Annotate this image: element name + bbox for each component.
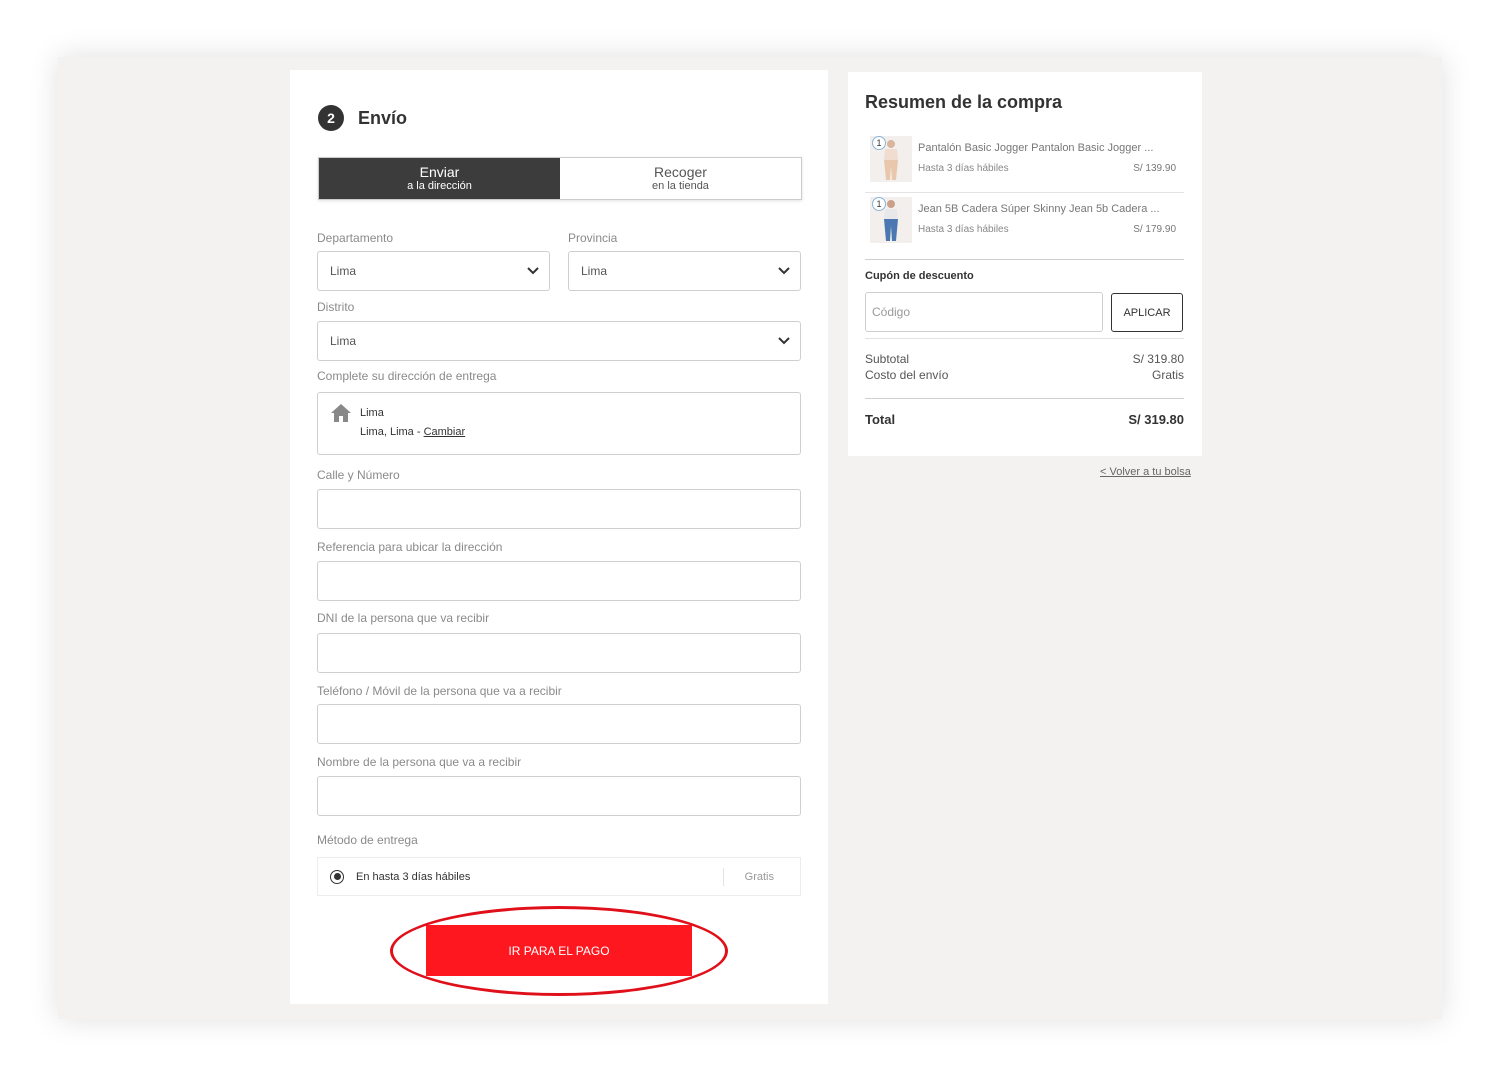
subtotal-value: S/ 319.80 xyxy=(1132,352,1184,366)
divider xyxy=(723,868,724,886)
subtotal-label: Subtotal xyxy=(865,352,910,366)
address-locality: Lima, Lima - xyxy=(360,426,424,438)
chevron-down-icon xyxy=(778,265,790,277)
quantity-badge: 1 xyxy=(872,197,886,211)
quantity-badge: 1 xyxy=(872,136,886,150)
divider xyxy=(865,338,1184,339)
total-label: Total xyxy=(865,412,896,427)
province-label: Provincia xyxy=(568,231,618,245)
coupon-input[interactable] xyxy=(865,292,1103,332)
address-line-2: Lima, Lima - Cambiar xyxy=(360,426,465,438)
department-label: Departamento xyxy=(317,231,394,245)
delivery-method-name: En hasta 3 días hábiles xyxy=(356,870,471,883)
product-name: Jean 5B Cadera Súper Skinny Jean 5b Cade… xyxy=(918,203,1160,215)
department-value: Lima xyxy=(330,264,357,278)
street-label: Calle y Número xyxy=(317,468,400,482)
product-delivery: Hasta 3 días hábiles xyxy=(918,224,1009,235)
address-label: Complete su dirección de entrega xyxy=(317,369,497,383)
list-item[interactable]: 1 Pantalón Basic Jogger Pantalon Basic J… xyxy=(870,136,1184,190)
list-item[interactable]: 1 Jean 5B Cadera Súper Skinny Jean 5b Ca… xyxy=(870,197,1184,251)
product-delivery: Hasta 3 días hábiles xyxy=(918,163,1009,174)
total-row: Total S/ 319.80 xyxy=(865,412,1184,427)
province-value: Lima xyxy=(581,264,608,278)
total-value: S/ 319.80 xyxy=(1128,412,1184,427)
coupon-label: Cupón de descuento xyxy=(865,270,974,282)
step-header: 2 Envío xyxy=(318,105,407,131)
divider xyxy=(865,259,1184,260)
chevron-down-icon xyxy=(778,335,790,347)
street-input[interactable] xyxy=(317,489,801,529)
divider xyxy=(865,398,1184,399)
back-to-bag-link[interactable]: < Volver a tu bolsa xyxy=(1100,466,1191,478)
toggle-send-to-address[interactable]: Enviar a la dirección xyxy=(319,158,560,199)
recipient-name-input[interactable] xyxy=(317,776,801,816)
shipping-cost-row: Costo del envío Gratis xyxy=(865,368,1184,382)
home-icon xyxy=(330,403,352,423)
subtotal-row: Subtotal S/ 319.80 xyxy=(865,352,1184,366)
change-address-link[interactable]: Cambiar xyxy=(424,426,466,438)
section-title: Envío xyxy=(358,107,408,128)
dni-input[interactable] xyxy=(317,633,801,673)
toggle-pickup-in-store[interactable]: Recoger en la tienda xyxy=(560,158,801,199)
delivery-type-toggle: Enviar a la dirección Recoger en la tien… xyxy=(318,157,802,200)
reference-input[interactable] xyxy=(317,561,801,601)
toggle-send-sublabel: a la dirección xyxy=(407,180,472,193)
highlight-ellipse xyxy=(390,906,728,996)
shipping-cost-value: Gratis xyxy=(1151,368,1184,382)
delivery-method-option[interactable]: En hasta 3 días hábiles Gratis xyxy=(317,857,801,896)
shipping-cost-label: Costo del envío xyxy=(865,368,949,382)
apply-coupon-button[interactable]: APLICAR xyxy=(1111,293,1183,332)
district-select[interactable]: Lima xyxy=(317,321,801,361)
product-price: S/ 179.90 xyxy=(1133,224,1176,235)
district-label: Distrito xyxy=(317,300,355,314)
address-line-1: Lima xyxy=(360,407,384,419)
divider xyxy=(865,192,1184,193)
reference-label: Referencia para ubicar la dirección xyxy=(317,540,503,554)
department-select[interactable]: Lima xyxy=(317,251,550,291)
toggle-pickup-label: Recoger xyxy=(654,163,707,180)
dni-label: DNI de la persona que va recibir xyxy=(317,611,490,625)
step-number-badge: 2 xyxy=(318,105,344,131)
province-select[interactable]: Lima xyxy=(568,251,801,291)
district-value: Lima xyxy=(330,334,357,348)
phone-label: Teléfono / Móvil de la persona que va a … xyxy=(317,684,562,698)
radio-selected-icon[interactable] xyxy=(330,869,344,884)
product-price: S/ 139.90 xyxy=(1133,163,1176,174)
toggle-pickup-sublabel: en la tienda xyxy=(652,180,709,193)
delivery-method-price: Gratis xyxy=(744,871,774,883)
toggle-send-label: Enviar xyxy=(419,163,460,180)
address-box: Lima Lima, Lima - Cambiar xyxy=(317,392,801,455)
summary-title: Resumen de la compra xyxy=(865,92,1063,112)
phone-input[interactable] xyxy=(317,704,801,744)
product-name: Pantalón Basic Jogger Pantalon Basic Jog… xyxy=(918,142,1154,154)
delivery-method-label: Método de entrega xyxy=(317,833,418,847)
recipient-name-label: Nombre de la persona que va a recibir xyxy=(317,755,522,769)
order-summary-panel: Resumen de la compra 1 Pantalón Basic Jo… xyxy=(848,72,1202,456)
chevron-down-icon xyxy=(527,265,539,277)
shipping-panel: 2 Envío Enviar a la dirección Recoger en… xyxy=(290,70,828,1004)
